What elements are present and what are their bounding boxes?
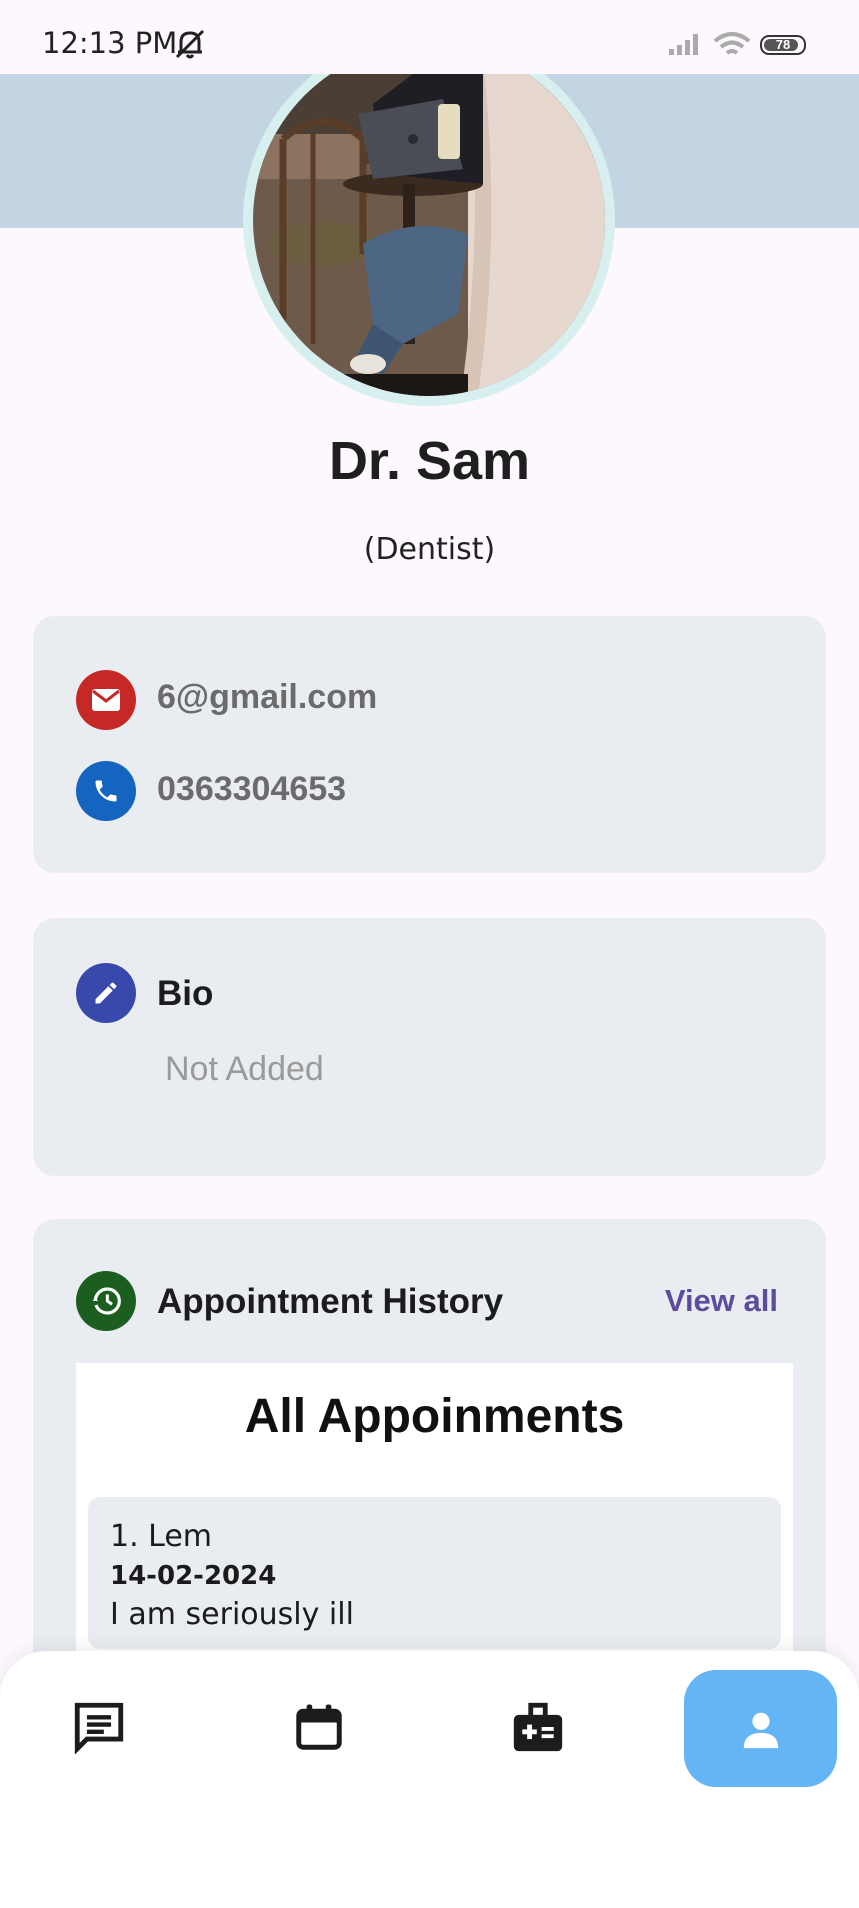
bottom-nav [0, 1651, 859, 1908]
panel-title: All Appoinments [244, 1390, 625, 1443]
profile-icon[interactable] [684, 1670, 837, 1787]
avatar[interactable] [243, 34, 615, 406]
bio-value: Not Added [165, 1050, 324, 1088]
medical-bag-icon[interactable] [502, 1691, 574, 1763]
bell-off-icon [172, 28, 208, 65]
appointment-date: 14-02-2024 [110, 1561, 277, 1591]
status-time: 12:13 PM [42, 26, 178, 60]
battery-level: 78 [775, 37, 791, 52]
view-all-link[interactable]: View all [665, 1283, 778, 1319]
phone-text[interactable]: 0363304653 [157, 770, 346, 809]
appointment-history-card: Appointment History View all All Appoinm… [33, 1219, 826, 1719]
bio-title: Bio [157, 974, 214, 1013]
calendar-icon[interactable] [283, 1691, 355, 1763]
appointment-name: 1. Lem [110, 1519, 213, 1554]
appointment-history-title: Appointment History [157, 1282, 504, 1321]
edit-icon[interactable] [76, 963, 136, 1023]
contact-card: 6@gmail.com 0363304653 [33, 616, 826, 873]
doctor-specialty: (Dentist) [363, 532, 496, 567]
chat-icon[interactable] [63, 1691, 135, 1763]
phone-icon [76, 761, 136, 821]
doctor-name: Dr. Sam [328, 431, 531, 491]
history-icon [76, 1271, 136, 1331]
signal-icon [668, 32, 702, 61]
email-text[interactable]: 6@gmail.com [157, 678, 377, 717]
battery-icon: 78 [760, 35, 806, 55]
appointment-reason: I am seriously ill [110, 1597, 354, 1632]
status-bar: 12:13 PM 78 [0, 0, 859, 74]
list-item[interactable]: 1. Lem 14-02-2024 I am seriously ill [88, 1497, 781, 1649]
profile-photo [253, 44, 605, 396]
email-icon [76, 670, 136, 730]
bio-card: Bio Not Added [33, 918, 826, 1176]
wifi-icon [712, 30, 752, 65]
